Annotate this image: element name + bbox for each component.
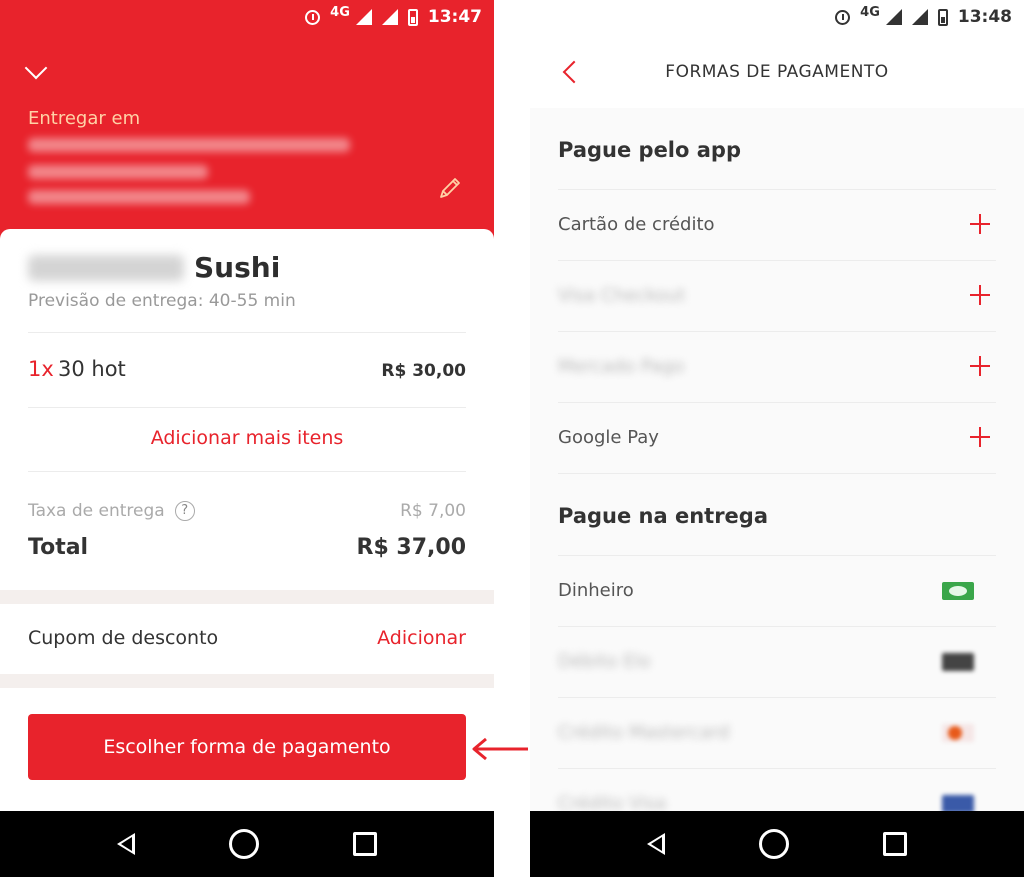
divider [28, 471, 466, 472]
cash-icon [942, 582, 974, 600]
total-label: Total [28, 535, 89, 560]
section-title-app: Pague pelo app [558, 138, 741, 162]
page-title: FORMAS DE PAGAMENTO [665, 62, 889, 82]
store-name-redacted [28, 254, 184, 281]
payment-option-debit-card[interactable]: Débito Elo [558, 626, 996, 697]
item-price: R$ 30,00 [381, 361, 466, 381]
divider [28, 332, 466, 333]
payment-option-label: Cartão de crédito [558, 214, 715, 235]
payment-methods-screen: 4G 13:48 FORMAS DE PAGAMENTO Pague pelo … [530, 0, 1024, 877]
delivery-fee-label: Taxa de entrega [28, 501, 165, 521]
payment-option-label: Visa Checkout [558, 285, 686, 306]
coupon-label: Cupom de desconto [28, 627, 219, 649]
payment-option-mastercard[interactable]: Crédito Mastercard [558, 697, 996, 768]
recent-apps-icon[interactable] [883, 832, 907, 856]
section-title-delivery: Pague na entrega [558, 504, 768, 528]
edit-pencil-icon[interactable] [438, 176, 462, 200]
delivery-fee-row: Taxa de entrega ? [28, 501, 195, 521]
status-bar: 4G 13:48 [530, 0, 1024, 34]
payment-methods-list: Pague pelo app Cartão de crédito Visa Ch… [530, 108, 1024, 814]
help-icon[interactable]: ? [174, 501, 195, 521]
signal-icon [355, 9, 372, 25]
store-name: Sushi [194, 251, 281, 284]
network-type: 4G [330, 4, 350, 20]
checkout-screen: 4G 13:47 Entregar em Sushi Previsão de e… [0, 0, 494, 877]
recent-apps-icon[interactable] [353, 832, 377, 856]
back-icon[interactable] [117, 833, 135, 855]
home-icon[interactable] [229, 829, 259, 859]
deliver-to-label: Entregar em [28, 108, 141, 129]
android-nav-bar [0, 811, 494, 877]
chevron-down-icon[interactable] [24, 56, 48, 80]
payment-option-visa-checkout[interactable]: Visa Checkout [558, 260, 996, 331]
divider [28, 407, 466, 408]
divider [558, 473, 996, 474]
battery-icon [937, 8, 948, 26]
store-title-row: Sushi [28, 251, 280, 284]
payment-option-google-pay[interactable]: Google Pay [558, 402, 996, 473]
page-header: FORMAS DE PAGAMENTO [530, 34, 1024, 108]
signal-icon [381, 9, 398, 25]
card-icon [942, 653, 974, 671]
section-separator [0, 674, 494, 688]
payment-option-label: Débito Elo [558, 651, 651, 672]
payment-option-label: Mercado Pago [558, 356, 685, 377]
payment-option-label: Dinheiro [558, 580, 634, 601]
network-type: 4G [860, 4, 880, 20]
home-icon[interactable] [759, 829, 789, 859]
battery-icon [407, 8, 418, 26]
address-line-redacted [28, 138, 350, 152]
delivery-fee-value: R$ 7,00 [400, 501, 466, 521]
total-value: R$ 37,00 [356, 535, 467, 560]
payment-option-credit-card[interactable]: Cartão de crédito [558, 189, 996, 260]
add-more-items-link[interactable]: Adicionar mais itens [0, 427, 494, 449]
payment-option-mercado-pago[interactable]: Mercado Pago [558, 331, 996, 402]
android-nav-bar [530, 811, 1024, 877]
clock: 13:47 [427, 7, 482, 27]
signal-icon [885, 9, 902, 25]
plus-icon[interactable] [970, 214, 990, 234]
status-bar: 4G 13:47 [0, 0, 494, 34]
item-quantity: 1x [28, 357, 54, 381]
section-separator [0, 590, 494, 604]
delivery-eta: Previsão de entrega: 40-55 min [28, 291, 296, 311]
signal-icon [911, 9, 928, 25]
back-icon[interactable] [647, 833, 665, 855]
alarm-icon [305, 9, 321, 25]
delivery-header: 4G 13:47 Entregar em [0, 0, 494, 240]
payment-option-label: Crédito Mastercard [558, 722, 730, 743]
arrow-left-icon [472, 737, 528, 761]
mastercard-icon [942, 724, 974, 742]
address-line-redacted [28, 165, 208, 179]
clock: 13:48 [957, 7, 1012, 27]
order-summary-card: Sushi Previsão de entrega: 40-55 min 1x … [0, 229, 494, 811]
alarm-icon [835, 9, 851, 25]
plus-icon[interactable] [970, 427, 990, 447]
address-line-redacted [28, 190, 250, 204]
choose-payment-button[interactable]: Escolher forma de pagamento [28, 714, 466, 780]
payment-option-cash[interactable]: Dinheiro [558, 555, 996, 626]
item-name: 30 hot [58, 357, 126, 381]
plus-icon[interactable] [970, 356, 990, 376]
plus-icon[interactable] [970, 285, 990, 305]
add-coupon-link[interactable]: Adicionar [377, 627, 466, 649]
payment-option-label: Google Pay [558, 427, 659, 448]
